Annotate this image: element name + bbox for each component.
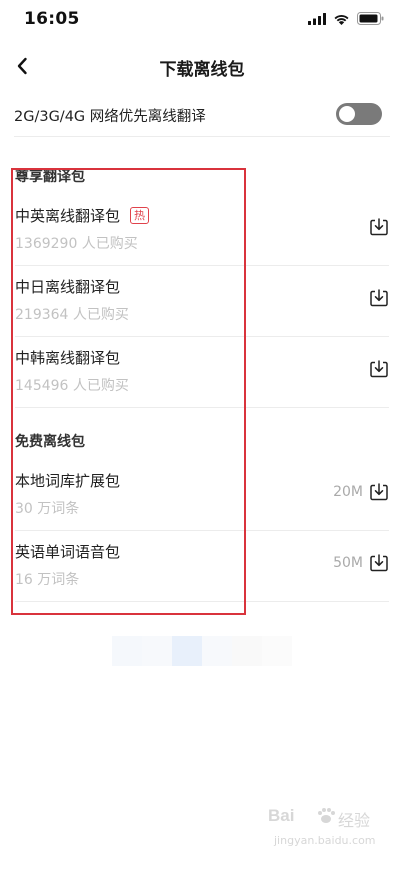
item-subtitle: 1369290 人已购买 xyxy=(15,236,138,252)
item-actions xyxy=(369,359,389,379)
item-name-row: 英语单词语音包 xyxy=(15,541,120,562)
battery-icon xyxy=(357,12,384,25)
placeholder-block xyxy=(112,636,142,666)
item-name-row: 本地词库扩展包 xyxy=(15,470,120,491)
list-item-local-dictionary[interactable]: 本地词库扩展包 30 万词条 20M xyxy=(15,460,389,531)
download-icon[interactable] xyxy=(369,217,389,237)
item-name: 中韩离线翻译包 xyxy=(15,349,121,367)
free-section-title: 免费离线包 xyxy=(15,434,85,450)
item-name: 中英离线翻译包 xyxy=(15,207,121,225)
loading-placeholder xyxy=(112,636,292,666)
item-name-row: 中英离线翻译包 热 xyxy=(15,205,150,226)
watermark-brand-text: 经验 xyxy=(338,811,371,830)
item-subtitle: 219364 人已购买 xyxy=(15,307,129,323)
hot-badge: 热 xyxy=(130,207,150,224)
status-bar: 16:05 xyxy=(0,0,404,40)
item-actions: 50M xyxy=(333,553,389,573)
wifi-icon xyxy=(334,14,349,25)
nav-bar: 下载离线包 xyxy=(0,44,404,88)
item-subtitle: 16 万词条 xyxy=(15,572,80,588)
item-name: 中日离线翻译包 xyxy=(15,278,121,296)
item-actions xyxy=(369,217,389,237)
download-icon[interactable] xyxy=(369,359,389,379)
list-item-zh-ko[interactable]: 中韩离线翻译包 145496 人已购买 xyxy=(15,337,389,408)
package-size: 20M xyxy=(333,484,363,500)
network-priority-label: 2G/3G/4G 网络优先离线翻译 xyxy=(14,109,206,125)
network-priority-row: 2G/3G/4G 网络优先离线翻译 xyxy=(14,96,390,137)
status-time: 16:05 xyxy=(24,9,80,29)
status-icons xyxy=(308,12,384,25)
placeholder-block xyxy=(232,636,262,666)
list-item-english-voice[interactable]: 英语单词语音包 16 万词条 50M xyxy=(15,531,389,602)
item-actions xyxy=(369,288,389,308)
placeholder-block xyxy=(202,636,232,666)
watermark-logo-text: Bai xyxy=(268,806,295,825)
list-item-zh-ja[interactable]: 中日离线翻译包 219364 人已购买 xyxy=(15,266,389,337)
item-actions: 20M xyxy=(333,482,389,502)
item-subtitle: 145496 人已购买 xyxy=(15,378,129,394)
cellular-signal-icon xyxy=(308,12,326,25)
item-name: 英语单词语音包 xyxy=(15,543,121,561)
download-icon[interactable] xyxy=(369,553,389,573)
item-subtitle: 30 万词条 xyxy=(15,501,80,517)
download-icon[interactable] xyxy=(369,288,389,308)
toggle-knob xyxy=(339,106,355,122)
placeholder-block xyxy=(142,636,172,666)
item-name: 本地词库扩展包 xyxy=(15,472,121,490)
download-icon[interactable] xyxy=(369,482,389,502)
baidu-jingyan-watermark: Bai 经验 jingyan.baidu.com xyxy=(268,806,378,856)
placeholder-block xyxy=(262,636,292,666)
package-size: 50M xyxy=(333,555,363,571)
premium-section-title: 尊享翻译包 xyxy=(15,169,85,185)
item-name-row: 中日离线翻译包 xyxy=(15,276,120,297)
paw-icon xyxy=(318,808,335,823)
placeholder-block xyxy=(172,636,202,666)
page-title: 下载离线包 xyxy=(159,60,245,80)
item-name-row: 中韩离线翻译包 xyxy=(15,347,120,368)
watermark-url: jingyan.baidu.com xyxy=(274,834,376,847)
network-priority-toggle[interactable] xyxy=(336,103,382,125)
list-item-zh-en[interactable]: 中英离线翻译包 热 1369290 人已购买 xyxy=(15,195,389,266)
